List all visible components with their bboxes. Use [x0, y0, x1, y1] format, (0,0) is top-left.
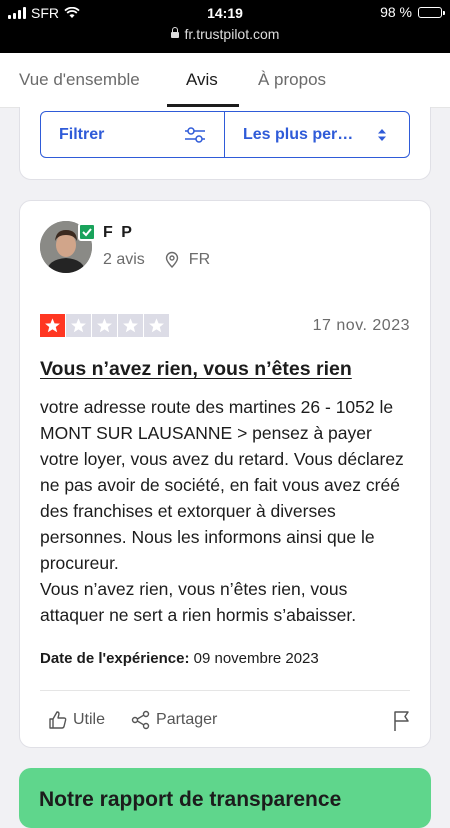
battery-group: 98 % [380, 4, 445, 20]
review-actions: Utile Partager [48, 710, 243, 730]
useful-label: Utile [73, 711, 106, 728]
tab-bar: Vue d'ensemble Avis À propos [0, 53, 450, 108]
review-count: 2 avis [103, 251, 145, 268]
sort-label: Les plus per… [243, 125, 354, 143]
star-filled-icon [40, 314, 65, 337]
reviewer-country: FR [188, 251, 211, 268]
battery-icon [418, 6, 445, 18]
review-date: 17 nov. 2023 [312, 317, 410, 334]
verified-badge-icon [78, 223, 96, 241]
sort-select[interactable]: Les plus per… [225, 112, 409, 157]
sort-arrows-icon [378, 128, 386, 141]
sliders-icon [185, 126, 205, 143]
star-empty-icon [66, 314, 91, 337]
experience-value: 09 novembre 2023 [193, 650, 319, 667]
reviewer-name[interactable]: F P [103, 224, 134, 242]
tab-overview[interactable]: Vue d'ensemble [19, 70, 140, 90]
useful-button[interactable]: Utile [48, 710, 105, 730]
experience-date: Date de l'expérience: 09 novembre 2023 [40, 650, 319, 667]
experience-label: Date de l'expérience: [40, 650, 190, 667]
banner-title: Notre rapport de transparence [39, 788, 342, 811]
filter-controls: Filtrer Les plus per… [40, 111, 410, 158]
review-card: F P 2 avis FR 17 nov. 2023 Vous n’avez r… [19, 200, 431, 748]
star-empty-icon [144, 314, 169, 337]
divider [40, 690, 410, 691]
filter-card: Filtrer Les plus per… [19, 107, 431, 180]
address-bar[interactable]: fr.trustpilot.com [0, 26, 450, 42]
review-title[interactable]: Vous n’avez rien, vous n’êtes rien [40, 358, 410, 381]
tab-reviews[interactable]: Avis [186, 70, 218, 90]
tab-about[interactable]: À propos [258, 70, 326, 90]
share-icon [131, 710, 150, 730]
location-pin-icon [165, 251, 178, 268]
battery-percent: 98 % [380, 4, 412, 20]
status-bar: SFR 14:19 98 % fr.trustpilot.com [0, 0, 450, 53]
flag-button[interactable] [392, 710, 412, 737]
lock-icon [170, 27, 179, 38]
filter-button[interactable]: Filtrer [41, 112, 225, 157]
star-rating [40, 314, 169, 337]
share-button[interactable]: Partager [131, 710, 217, 730]
flag-icon [394, 711, 409, 731]
star-empty-icon [118, 314, 143, 337]
share-label: Partager [156, 711, 218, 728]
star-empty-icon [92, 314, 117, 337]
reviewer-meta: 2 avis FR [103, 251, 210, 269]
url-text: fr.trustpilot.com [184, 26, 280, 42]
transparency-banner[interactable]: Notre rapport de transparence [19, 768, 431, 828]
filter-label: Filtrer [59, 125, 105, 143]
thumbs-up-icon [49, 711, 67, 729]
review-body: votre adresse route des martines 26 - 10… [40, 397, 404, 625]
